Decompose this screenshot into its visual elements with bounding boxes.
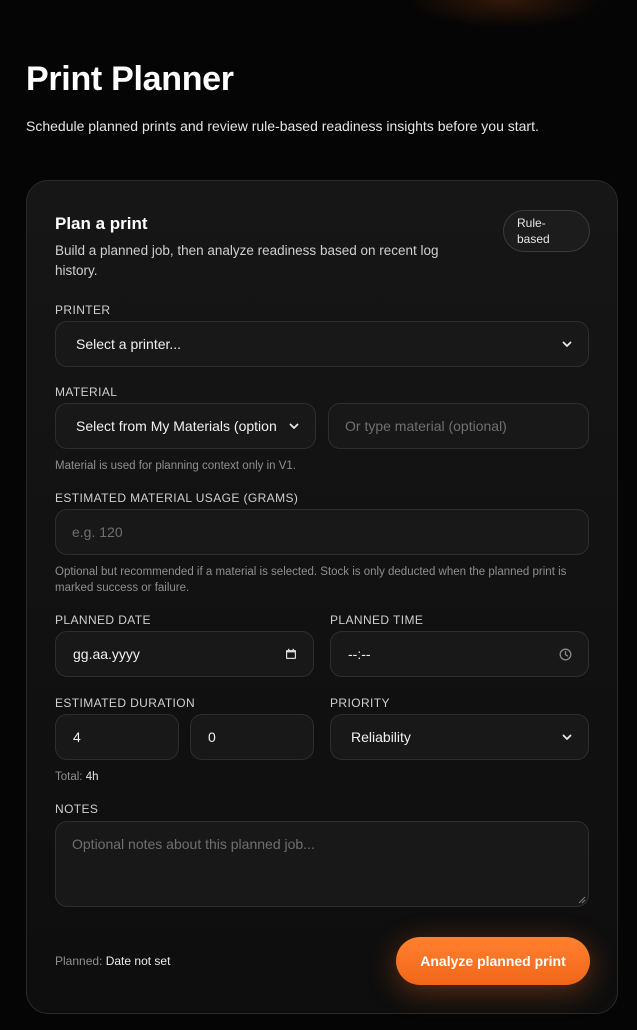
calendar-icon[interactable]	[285, 648, 297, 660]
duration-hours-input[interactable]: 4	[55, 714, 179, 760]
chevron-down-icon	[289, 423, 299, 429]
duration-label: ESTIMATED DURATION	[55, 696, 196, 710]
duration-minutes-input[interactable]: 0	[190, 714, 314, 760]
duration-hours-value: 4	[73, 729, 81, 745]
usage-hint: Optional but recommended if a material i…	[55, 566, 567, 594]
printer-select[interactable]: Select a printer...	[55, 321, 589, 367]
resize-handle-icon[interactable]	[577, 895, 586, 904]
material-text-input[interactable]: Or type material (optional)	[328, 403, 589, 449]
material-label: MATERIAL	[55, 385, 118, 399]
plan-print-card: Plan a print Build a planned job, then a…	[26, 180, 618, 1014]
printer-select-value: Select a printer...	[76, 336, 182, 352]
printer-label: PRINTER	[55, 303, 111, 317]
planned-time-input[interactable]: --:--	[330, 631, 589, 677]
planned-status: Planned: Date not set	[55, 954, 170, 968]
usage-label: ESTIMATED MATERIAL USAGE (GRAMS)	[55, 491, 299, 505]
material-select[interactable]: Select from My Materials (option	[55, 403, 316, 449]
planned-status-label: Planned:	[55, 954, 103, 968]
material-hint: Material is used for planning context on…	[55, 460, 296, 472]
card-title: Plan a print	[55, 214, 148, 233]
material-select-value: Select from My Materials (option	[76, 418, 277, 434]
badge-line-1: Rule-	[517, 216, 546, 230]
planned-date-value: gg.aa.yyyy	[73, 646, 140, 662]
notes-label: NOTES	[55, 802, 99, 816]
badge-line-2: based	[517, 232, 550, 246]
priority-select-value: Reliability	[351, 729, 411, 745]
card-description: Build a planned job, then analyze readin…	[55, 243, 439, 278]
planned-time-label: PLANNED TIME	[330, 613, 424, 627]
page-subtitle: Schedule planned prints and review rule-…	[26, 118, 539, 134]
duration-minutes-value: 0	[208, 729, 216, 745]
planned-date-input[interactable]: gg.aa.yyyy	[55, 631, 314, 677]
rule-based-badge: Rule- based	[503, 210, 590, 252]
duration-total: Total: 4h	[55, 769, 99, 785]
planned-status-value: Date not set	[105, 954, 171, 968]
usage-input[interactable]: e.g. 120	[55, 509, 589, 555]
page-title: Print Planner	[26, 60, 234, 98]
notes-textarea[interactable]: Optional notes about this planned job...	[55, 821, 589, 907]
chevron-down-icon	[562, 734, 572, 740]
duration-total-label: Total:	[55, 771, 83, 783]
notes-placeholder: Optional notes about this planned job...	[72, 836, 315, 852]
chevron-down-icon	[562, 341, 572, 347]
priority-select[interactable]: Reliability	[330, 714, 589, 760]
planned-time-value: --:--	[348, 646, 371, 662]
duration-total-value: 4h	[85, 771, 99, 783]
clock-icon[interactable]	[559, 648, 572, 661]
usage-input-placeholder: e.g. 120	[72, 524, 123, 540]
analyze-planned-print-button[interactable]: Analyze planned print	[396, 937, 590, 985]
priority-label: PRIORITY	[330, 696, 390, 710]
planned-date-label: PLANNED DATE	[55, 613, 151, 627]
material-input-placeholder: Or type material (optional)	[345, 418, 507, 434]
